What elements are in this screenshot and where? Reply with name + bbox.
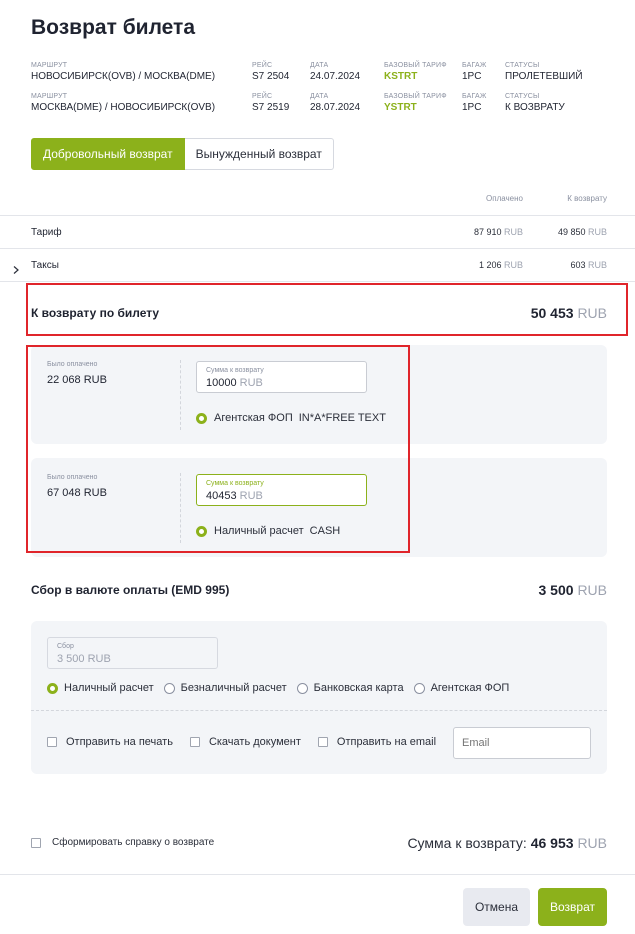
currency: RUB: [587, 260, 607, 270]
email-input[interactable]: [453, 727, 591, 759]
divider: [0, 248, 635, 249]
option-label: Банковская карта: [313, 682, 404, 694]
row-refund-tariff: 49 850 RUB: [558, 227, 607, 237]
fare-value: YSTRT: [384, 102, 417, 113]
row-paid-tariff: 87 910 RUB: [474, 227, 523, 237]
tab-voluntary[interactable]: Добровольный возврат: [31, 138, 185, 170]
option-label: Отправить на печать: [66, 736, 173, 748]
amount: 49 850: [557, 227, 586, 237]
currency: RUB: [577, 305, 607, 321]
column-header-refund: К возврату: [567, 194, 607, 203]
amount: 1 206: [478, 260, 502, 270]
row-refund-taxes: 603 RUB: [570, 260, 607, 270]
ticket-refund-label: К возврату по билету: [31, 306, 160, 320]
baggage-value: 1PC: [462, 71, 482, 82]
currency: RUB: [503, 227, 523, 237]
divider: [0, 874, 635, 875]
currency: RUB: [577, 582, 607, 598]
amount: 87 910: [473, 227, 502, 237]
status-label: СТАТУСЫ: [505, 93, 540, 100]
download-option[interactable]: Скачать документ: [189, 736, 301, 748]
checkbox-icon[interactable]: [189, 737, 200, 747]
flight-value: S7 2504: [252, 71, 290, 82]
emd-label: Сбор в валюте оплаты (EMD 995): [31, 583, 230, 597]
option-label: Сформировать справку о возврате: [52, 837, 215, 848]
baggage-value: 1PC: [462, 102, 482, 113]
fare-value: KSTRT: [384, 71, 418, 82]
emd-send-options: Отправить на печать Скачать документ Отп…: [47, 736, 436, 748]
refund-button[interactable]: Возврат: [538, 888, 607, 926]
date-value: 24.07.2024: [310, 71, 361, 82]
option-agency[interactable]: Агентская ФОП: [413, 682, 510, 694]
flight-label: РЕЙС: [252, 62, 273, 69]
column-header-paid: Оплачено: [486, 194, 523, 203]
row-paid-taxes: 1 206 RUB: [479, 260, 523, 270]
flight-label: РЕЙС: [252, 93, 273, 100]
divider: [0, 215, 635, 216]
baggage-label: БАГАЖ: [462, 93, 487, 100]
option-cashless[interactable]: Безналичный расчет: [163, 682, 287, 694]
refund-type-tabs: Добровольный возврат Вынужденный возврат: [31, 138, 334, 170]
total-currency: RUB: [577, 835, 607, 851]
input-value: 3 500 RUB: [57, 653, 111, 665]
divider: [0, 281, 635, 282]
radio-icon[interactable]: [296, 682, 308, 694]
amount: 3 500: [538, 582, 574, 598]
option-cash[interactable]: Наличный расчет: [47, 682, 154, 694]
fare-label: БАЗОВЫЙ ТАРИФ: [384, 93, 447, 100]
option-card[interactable]: Банковская карта: [296, 682, 404, 694]
ticket-refund-amount: 50 453 RUB: [531, 305, 607, 321]
option-label: Наличный расчет: [64, 682, 154, 694]
status-value: ПРОЛЕТЕВШИЙ: [505, 71, 583, 82]
page-title: Возврат билета: [31, 16, 196, 39]
total-label: Сумма к возврату:: [407, 835, 527, 851]
checkbox-icon[interactable]: [317, 737, 328, 747]
total-refund: Сумма к возврату: 46 953 RUB: [407, 835, 607, 851]
checkbox-icon[interactable]: [47, 737, 57, 747]
date-value: 28.07.2024: [310, 102, 361, 113]
flight-value: S7 2519: [252, 102, 290, 113]
currency: RUB: [587, 227, 607, 237]
baggage-label: БАГАЖ: [462, 62, 487, 69]
route-label: МАРШРУТ: [31, 62, 68, 69]
chevron-right-icon[interactable]: [12, 261, 20, 274]
option-label: Скачать документ: [208, 736, 301, 748]
option-label: Безналичный расчет: [180, 682, 287, 694]
input-label: Сбор: [57, 643, 74, 650]
date-label: ДАТА: [310, 93, 329, 100]
divider: [31, 710, 607, 711]
route-value: НОВОСИБИРСК(OVB) / МОСКВА(DME): [31, 71, 216, 82]
route-label: МАРШРУТ: [31, 93, 68, 100]
option-label: Отправить на email: [336, 736, 437, 748]
radio-icon[interactable]: [413, 682, 425, 694]
tab-forced[interactable]: Вынужденный возврат: [184, 138, 334, 170]
currency: RUB: [503, 260, 523, 270]
total-amount: 46 953: [530, 835, 574, 851]
emd-payment-options: Наличный расчет Безналичный расчет Банко…: [47, 682, 509, 694]
fare-label: БАЗОВЫЙ ТАРИФ: [384, 62, 447, 69]
checkbox-icon[interactable]: [31, 837, 41, 848]
status-value: К ВОЗВРАТУ: [505, 102, 565, 113]
route-value: МОСКВА(DME) / НОВОСИБИРСК(OVB): [31, 102, 216, 113]
date-label: ДАТА: [310, 62, 329, 69]
radio-icon[interactable]: [163, 682, 175, 694]
fee-input[interactable]: Сбор 3 500 RUB: [47, 637, 218, 669]
row-label-taxes: Таксы: [31, 260, 59, 271]
certificate-option[interactable]: Сформировать справку о возврате: [31, 837, 214, 848]
row-label-tariff: Тариф: [31, 227, 62, 238]
radio-selected-icon[interactable]: [47, 682, 58, 694]
send-print-option[interactable]: Отправить на печать: [47, 736, 173, 748]
status-label: СТАТУСЫ: [505, 62, 540, 69]
cancel-button[interactable]: Отмена: [463, 888, 530, 926]
payments-highlight: [26, 345, 410, 553]
amount: 50 453: [530, 305, 574, 321]
send-email-option[interactable]: Отправить на email: [317, 736, 437, 748]
option-label: Агентская ФОП: [430, 682, 510, 694]
emd-amount: 3 500 RUB: [539, 582, 608, 598]
amount: 603: [570, 260, 586, 270]
